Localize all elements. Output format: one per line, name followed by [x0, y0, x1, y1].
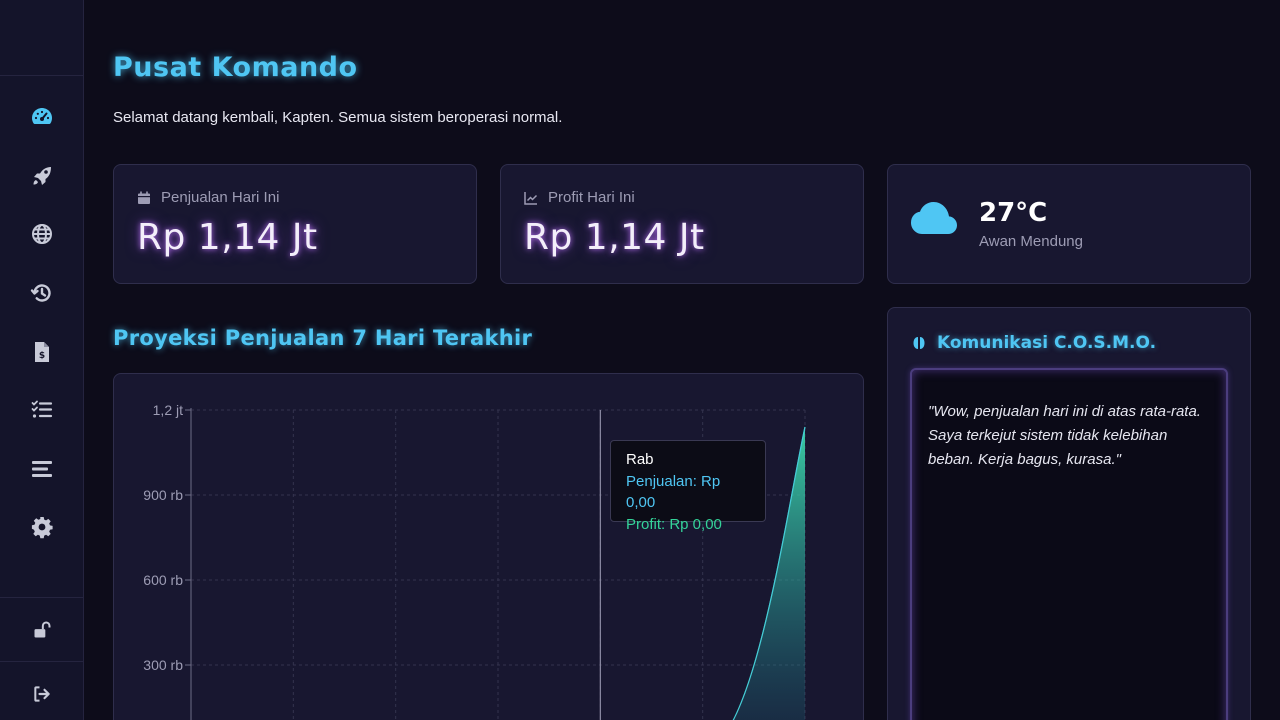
profit-today-label: Profit Hari Ini — [548, 189, 635, 206]
sidebar-item-settings[interactable] — [0, 498, 84, 557]
calendar-icon — [138, 191, 150, 204]
task-list-icon — [31, 400, 53, 418]
sales-today-label: Penjualan Hari Ini — [161, 189, 280, 206]
sidebar-nav: $ — [0, 88, 84, 557]
line-chart-icon — [524, 191, 538, 205]
sidebar-item-lock[interactable] — [0, 612, 84, 648]
invoice-dollar-icon: $ — [35, 341, 49, 362]
svg-text:$: $ — [39, 351, 45, 361]
page-subtitle: Selamat datang kembali, Kapten. Semua si… — [113, 109, 563, 126]
sales-today-value: Rp 1,14 Jt — [137, 217, 318, 258]
chart-y-tick-label: 900 rb — [143, 487, 183, 503]
brain-icon — [913, 337, 925, 349]
chart-y-tick-label: 600 rb — [143, 572, 183, 588]
profit-today-card: Profit Hari Ini Rp 1,14 Jt — [500, 164, 864, 284]
chart-tooltip: Rab Penjualan: Rp 0,00 Profit: Rp 0,00 — [610, 440, 766, 533]
sidebar-divider — [0, 661, 84, 662]
comms-header: Komunikasi C.O.S.M.O. — [911, 333, 1156, 353]
rocket-icon — [33, 166, 51, 185]
sidebar-item-invoice[interactable]: $ — [0, 322, 84, 381]
sidebar-item-logout[interactable] — [0, 676, 84, 712]
bars-icon — [32, 460, 52, 477]
weather-temperature: 27°C — [979, 198, 1048, 228]
cloud-icon — [911, 202, 957, 234]
sidebar-item-tasks[interactable] — [0, 381, 84, 440]
comms-message-box: "Wow, penjualan hari ini di atas rata-ra… — [910, 368, 1228, 720]
sidebar-divider — [0, 597, 84, 598]
tooltip-sales: Penjualan: Rp 0,00 — [626, 472, 721, 512]
unlock-icon — [34, 621, 51, 638]
sidebar-item-globe[interactable] — [0, 205, 84, 264]
profit-today-value: Rp 1,14 Jt — [524, 217, 705, 258]
sidebar-item-history[interactable] — [0, 264, 84, 323]
chart-y-tick-label: 300 rb — [143, 657, 183, 673]
history-icon — [30, 284, 51, 302]
chart-y-tick-label: 1,2 jt — [153, 402, 183, 418]
sidebar-item-rocket[interactable] — [0, 147, 84, 206]
profit-today-label-row: Profit Hari Ini — [524, 189, 635, 206]
globe-icon — [32, 224, 52, 245]
app-root: $ Pusat Komando Selamat datang kembali, … — [0, 0, 1280, 720]
sidebar-item-dashboard[interactable] — [0, 88, 84, 147]
sidebar-logo-area — [0, 0, 83, 76]
sales-today-label-row: Penjualan Hari Ini — [137, 189, 279, 206]
gear-icon — [31, 517, 53, 539]
cosmo-comms-card: Komunikasi C.O.S.M.O. "Wow, penjualan ha… — [887, 307, 1251, 720]
sales-today-card: Penjualan Hari Ini Rp 1,14 Jt — [113, 164, 477, 284]
dashboard-gauge-icon — [32, 108, 52, 125]
sales-projection-chart: 1,2 jt 900 rb 600 rb 300 rb — [143, 402, 806, 720]
tooltip-day: Rab — [626, 451, 654, 468]
weather-card: 27°C Awan Mendung — [887, 164, 1251, 284]
sidebar-item-bars[interactable] — [0, 440, 84, 499]
comms-message: "Wow, penjualan hari ini di atas rata-ra… — [928, 403, 1201, 468]
page-title: Pusat Komando — [113, 52, 358, 83]
chart-section-title: Proyeksi Penjualan 7 Hari Terakhir — [113, 326, 533, 350]
tooltip-profit: Profit: Rp 0,00 — [626, 515, 722, 533]
sidebar: $ — [0, 0, 84, 720]
weather-description: Awan Mendung — [979, 233, 1083, 250]
logout-icon — [34, 686, 50, 702]
comms-title: Komunikasi C.O.S.M.O. — [937, 333, 1157, 353]
sales-chart-card: 1,2 jt 900 rb 600 rb 300 rb Rab Penjualan: … — [113, 373, 864, 720]
